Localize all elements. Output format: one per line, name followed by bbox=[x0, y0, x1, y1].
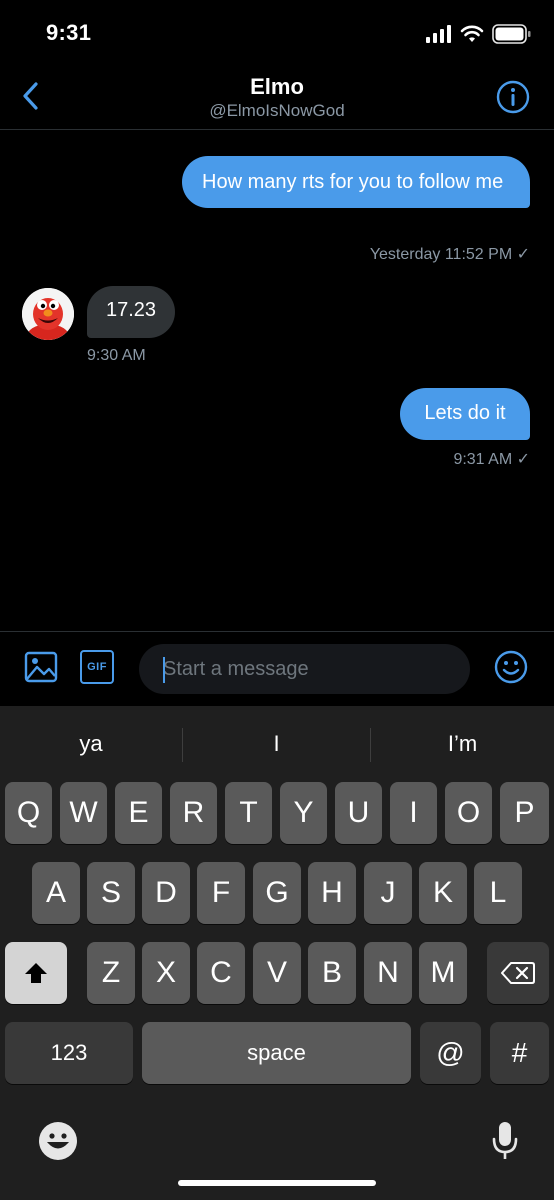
text-cursor bbox=[163, 657, 165, 683]
contact-title: Elmo @ElmoIsNowGod bbox=[0, 74, 554, 122]
key-u[interactable]: U bbox=[335, 782, 382, 844]
message-text: 17.23 bbox=[105, 299, 157, 321]
key-s[interactable]: S bbox=[87, 862, 135, 924]
key-f[interactable]: F bbox=[197, 862, 245, 924]
shift-icon bbox=[25, 963, 47, 983]
suggestion-1[interactable]: ya bbox=[0, 724, 182, 764]
backspace-icon bbox=[501, 962, 535, 984]
key-e[interactable]: E bbox=[115, 782, 162, 844]
key-x[interactable]: X bbox=[142, 942, 190, 1004]
elmo-avatar-image bbox=[22, 288, 74, 340]
conversation-header: Elmo @ElmoIsNowGod bbox=[0, 62, 554, 130]
message-bubble-outgoing[interactable]: How many rts for you to follow me bbox=[182, 156, 530, 208]
keyboard: ya I I’m Q W E R T Y U I O P A S D F G H… bbox=[0, 706, 554, 1200]
emoji-icon[interactable] bbox=[494, 650, 528, 684]
key-p[interactable]: P bbox=[500, 782, 549, 844]
back-button[interactable] bbox=[14, 76, 46, 116]
home-indicator[interactable] bbox=[178, 1180, 376, 1186]
key-h[interactable]: H bbox=[308, 862, 356, 924]
message-composer: GIF bbox=[0, 631, 554, 705]
key-n[interactable]: N bbox=[364, 942, 412, 1004]
message-timestamp: 9:31 AM ✓ bbox=[453, 451, 530, 468]
message-input[interactable] bbox=[139, 644, 470, 694]
key-g[interactable]: G bbox=[253, 862, 301, 924]
gif-button[interactable]: GIF bbox=[80, 650, 114, 684]
shift-key[interactable] bbox=[5, 942, 67, 1004]
status-time: 9:31 bbox=[46, 20, 92, 45]
emoji-keyboard-icon[interactable] bbox=[38, 1121, 78, 1161]
suggestion-2[interactable]: I bbox=[183, 724, 370, 764]
key-d[interactable]: D bbox=[142, 862, 190, 924]
battery-icon bbox=[492, 24, 531, 44]
status-bar: 9:31 bbox=[0, 0, 554, 60]
message-text: Lets do it bbox=[424, 402, 506, 424]
signal-icon bbox=[426, 25, 451, 43]
suggestion-3[interactable]: I’m bbox=[371, 724, 554, 764]
back-chevron-icon bbox=[23, 82, 38, 110]
key-j[interactable]: J bbox=[364, 862, 412, 924]
key-c[interactable]: C bbox=[197, 942, 245, 1004]
info-icon[interactable] bbox=[496, 80, 530, 114]
key-a[interactable]: A bbox=[32, 862, 80, 924]
wifi-icon bbox=[460, 25, 484, 42]
key-o[interactable]: O bbox=[445, 782, 492, 844]
message-timestamp: 9:30 AM bbox=[87, 347, 146, 364]
key-z[interactable]: Z bbox=[87, 942, 135, 1004]
numbers-key[interactable]: 123 bbox=[5, 1022, 133, 1084]
contact-name: Elmo bbox=[250, 74, 304, 99]
message-text: How many rts for you to follow me bbox=[202, 171, 504, 193]
contact-handle: @ElmoIsNowGod bbox=[209, 101, 345, 120]
message-timestamp: Yesterday 11:52 PM ✓ bbox=[369, 246, 530, 263]
key-m[interactable]: M bbox=[419, 942, 467, 1004]
at-key[interactable]: @ bbox=[420, 1022, 481, 1084]
space-key[interactable]: space bbox=[142, 1022, 411, 1084]
microphone-icon[interactable] bbox=[490, 1120, 520, 1162]
key-k[interactable]: K bbox=[419, 862, 467, 924]
hash-key[interactable]: # bbox=[490, 1022, 549, 1084]
gif-icon: GIF bbox=[87, 661, 107, 673]
key-l[interactable]: L bbox=[474, 862, 522, 924]
message-bubble-incoming[interactable]: 17.23 bbox=[87, 286, 175, 338]
key-t[interactable]: T bbox=[225, 782, 272, 844]
key-r[interactable]: R bbox=[170, 782, 217, 844]
key-q[interactable]: Q bbox=[5, 782, 52, 844]
status-icons bbox=[426, 24, 532, 44]
message-bubble-outgoing[interactable]: Lets do it bbox=[400, 388, 530, 440]
key-i[interactable]: I bbox=[390, 782, 437, 844]
key-w[interactable]: W bbox=[60, 782, 107, 844]
backspace-key[interactable] bbox=[487, 942, 549, 1004]
avatar[interactable] bbox=[22, 288, 74, 340]
key-b[interactable]: B bbox=[308, 942, 356, 1004]
key-v[interactable]: V bbox=[253, 942, 301, 1004]
message-list: How many rts for you to follow me Yester… bbox=[0, 131, 554, 630]
key-y[interactable]: Y bbox=[280, 782, 327, 844]
image-icon[interactable] bbox=[24, 650, 58, 684]
